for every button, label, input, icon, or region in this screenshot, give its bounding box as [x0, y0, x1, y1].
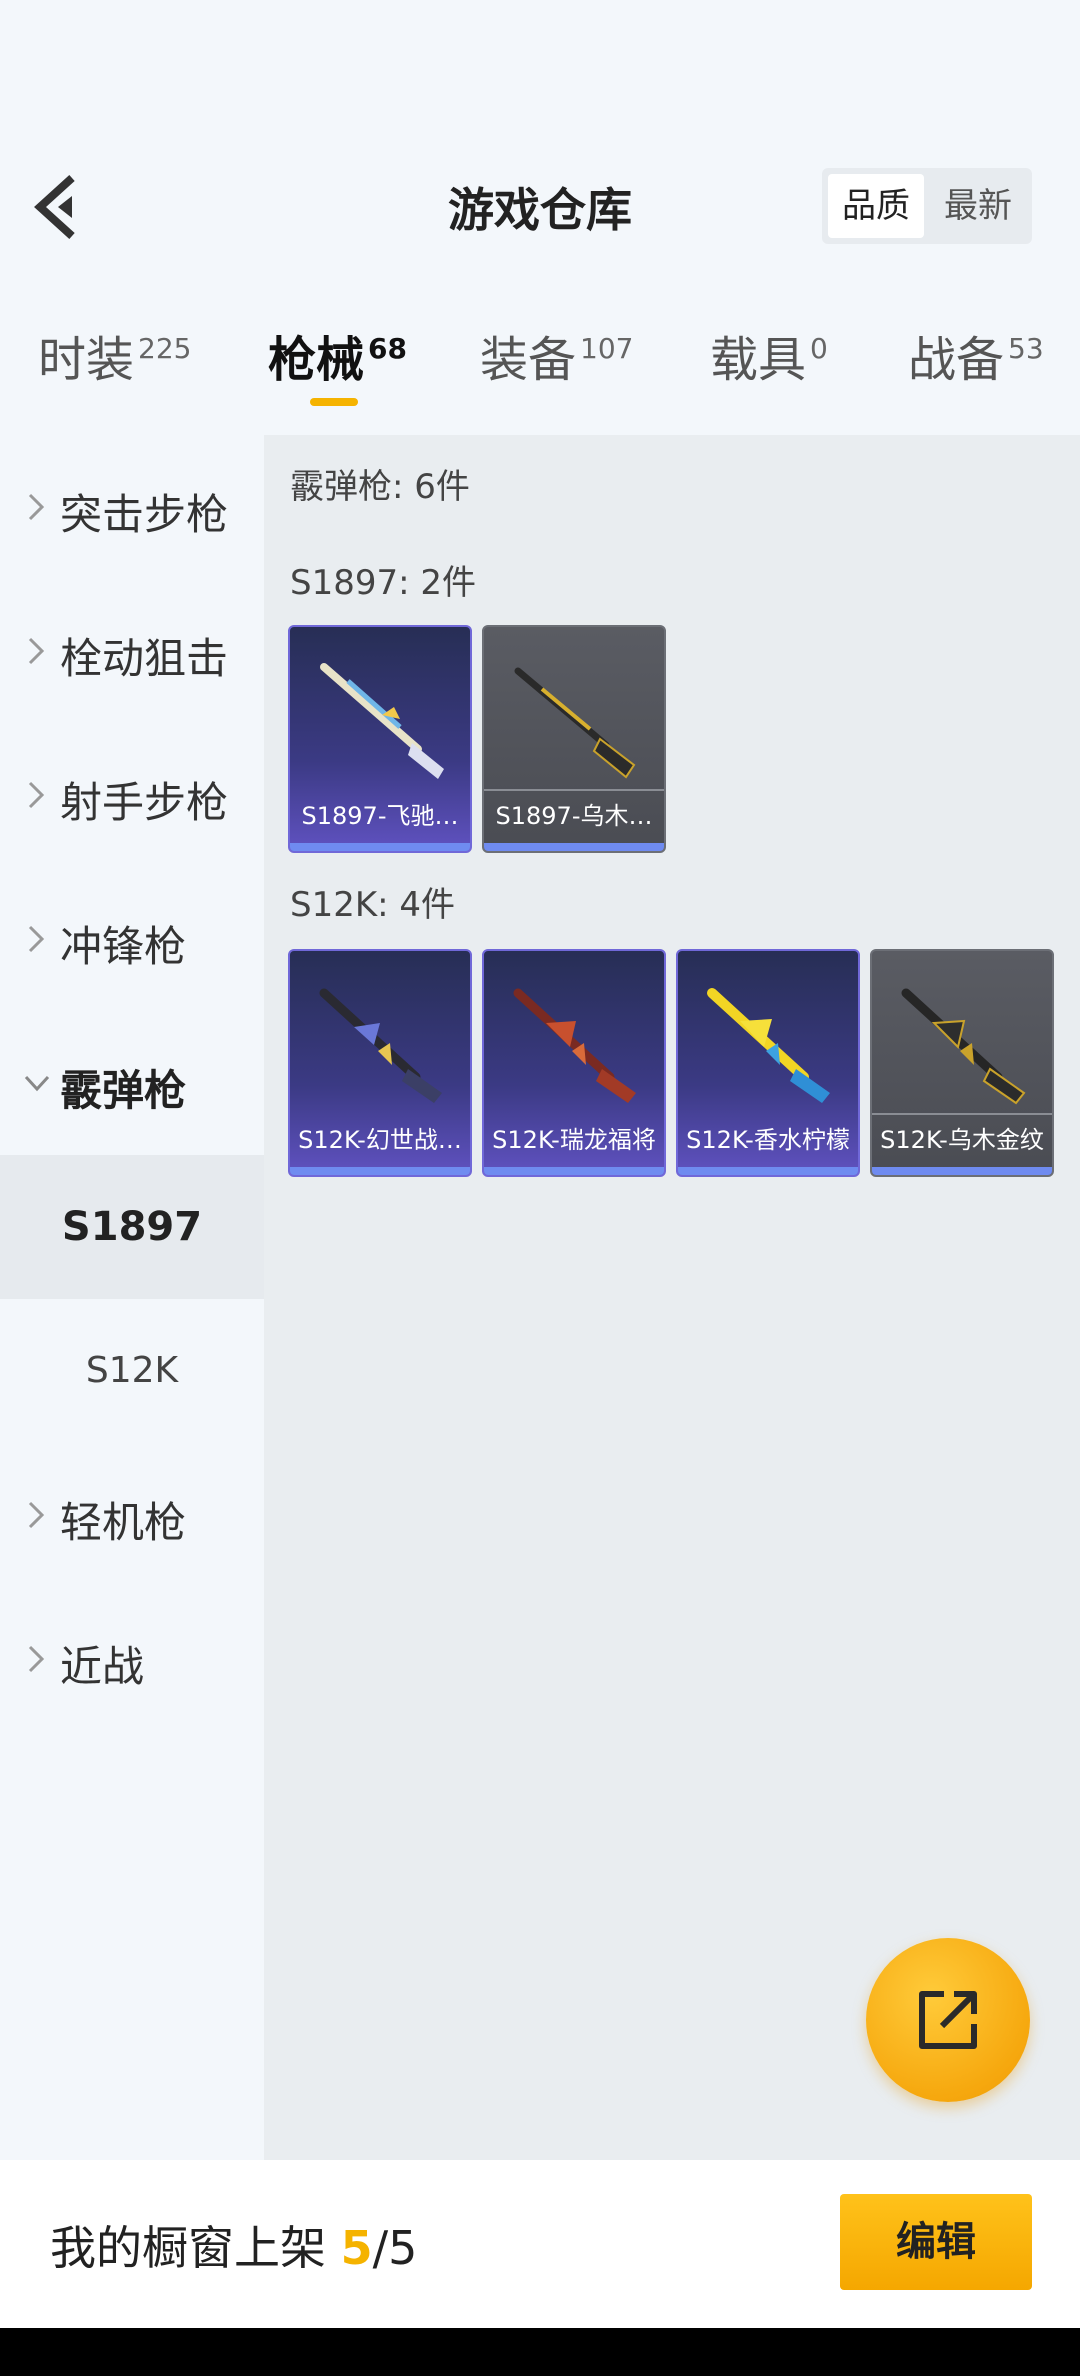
showcase-total: /5 [372, 2221, 418, 2275]
chevron-right-icon [28, 925, 45, 953]
group-title: S1897: 2件 [290, 563, 477, 603]
sidebar: 突击步枪 栓动狙击 射手步枪 冲锋枪 霰弹枪 S1897 S12K 轻机枪 近战 [0, 435, 264, 2160]
item-card[interactable]: S12K-乌木金纹 [870, 949, 1054, 1177]
item-card[interactable]: S12K-香水柠檬 [676, 949, 860, 1177]
tab-label: 载具 [710, 332, 807, 388]
tab-label: 装备 [480, 332, 577, 388]
sidebar-item-label: 轻机枪 [60, 1498, 187, 1547]
item-card[interactable]: S1897-飞驰… [288, 625, 472, 853]
item-name: S1897-乌木… [495, 802, 653, 830]
rarity-bar [484, 843, 664, 851]
tab-fashion[interactable]: 时装 225 [38, 320, 191, 390]
item-card[interactable]: S1897-乌木… [482, 625, 666, 853]
showcase-bar: 我的橱窗上架 5/5 编辑 [0, 2160, 1080, 2328]
tab-count: 225 [138, 332, 192, 365]
tab-label: 时装 [38, 332, 135, 388]
showcase-text: 我的橱窗上架 [50, 2221, 341, 2275]
item-name: S12K-幻世战… [298, 1126, 462, 1154]
sidebar-item-marksman-rifle[interactable]: 射手步枪 [0, 723, 264, 867]
chevron-right-icon [28, 1501, 45, 1529]
sidebar-item-label: 霰弹枪 [60, 1066, 187, 1115]
sort-newest-button[interactable]: 最新 [930, 174, 1026, 238]
tab-firearms[interactable]: 枪械 68 [268, 320, 407, 390]
tab-supplies[interactable]: 战备 53 [908, 320, 1044, 390]
sidebar-item-label: 突击步枪 [60, 490, 229, 539]
sort-quality-button[interactable]: 品质 [828, 174, 924, 238]
chevron-right-icon [28, 493, 45, 521]
item-name: S12K-乌木金纹 [880, 1126, 1044, 1154]
item-card[interactable]: S12K-幻世战… [288, 949, 472, 1177]
chevron-down-icon [24, 1075, 50, 1092]
rarity-bar [290, 843, 470, 851]
shotgun-icon [514, 667, 636, 779]
tab-label: 枪械 [268, 332, 365, 388]
sidebar-item-label: 近战 [60, 1642, 145, 1691]
shotgun-icon [707, 988, 830, 1103]
tab-count: 53 [1008, 332, 1044, 365]
tab-label: 战备 [908, 332, 1005, 388]
rarity-bar [290, 1167, 470, 1175]
showcase-label: 我的橱窗上架 5/5 [50, 2212, 417, 2278]
sidebar-subitem-s12k[interactable]: S12K [0, 1299, 264, 1443]
tab-equipment[interactable]: 装备 107 [480, 320, 633, 390]
chevron-right-icon [28, 781, 45, 809]
chevron-right-icon [28, 1645, 45, 1673]
category-title: 霰弹枪: 6件 [290, 467, 470, 507]
chevron-right-icon [28, 637, 45, 665]
system-nav-bar [0, 2328, 1080, 2376]
item-name: S12K-香水柠檬 [686, 1126, 850, 1154]
content-panel: 霰弹枪: 6件 S1897: 2件 S1897-飞驰… S1897-乌木… S1… [264, 435, 1080, 2160]
shotgun-icon [901, 988, 1026, 1105]
tab-count: 107 [580, 332, 634, 365]
category-tabs: 时装 225 枪械 68 装备 107 载具 0 战备 53 [0, 320, 1080, 410]
item-name: S12K-瑞龙福将 [492, 1126, 656, 1154]
item-name: S1897-飞驰… [301, 802, 459, 830]
share-button[interactable] [866, 1938, 1030, 2102]
shotgun-icon [320, 663, 444, 779]
tab-vehicles[interactable]: 载具 0 [710, 320, 828, 390]
tab-count: 0 [810, 332, 828, 365]
active-tab-indicator [310, 398, 358, 406]
edit-button[interactable]: 编辑 [840, 2194, 1032, 2290]
sidebar-item-label: 射手步枪 [60, 778, 229, 827]
rarity-bar [872, 1167, 1052, 1175]
shotgun-icon [319, 988, 442, 1103]
rarity-bar [678, 1167, 858, 1175]
group-title: S12K: 4件 [290, 885, 456, 925]
sort-toggle: 品质 最新 [822, 168, 1032, 244]
sidebar-item-bolt-sniper[interactable]: 栓动狙击 [0, 579, 264, 723]
sidebar-item-label: 冲锋枪 [60, 922, 187, 971]
tab-count: 68 [368, 332, 407, 365]
shotgun-icon [513, 988, 636, 1103]
sidebar-item-label: 栓动狙击 [60, 634, 229, 683]
header: 游戏仓库 品质 最新 [0, 160, 1080, 250]
sidebar-item-assault-rifle[interactable]: 突击步枪 [0, 435, 264, 579]
item-card[interactable]: S12K-瑞龙福将 [482, 949, 666, 1177]
share-external-icon [919, 1991, 977, 2049]
sidebar-item-lmg[interactable]: 轻机枪 [0, 1443, 264, 1587]
sidebar-subitem-s1897[interactable]: S1897 [0, 1155, 264, 1299]
sidebar-item-melee[interactable]: 近战 [0, 1587, 264, 1731]
rarity-bar [484, 1167, 664, 1175]
showcase-count: 5 [340, 2221, 373, 2275]
sidebar-item-shotgun[interactable]: 霰弹枪 [0, 1011, 264, 1155]
sidebar-item-smg[interactable]: 冲锋枪 [0, 867, 264, 1011]
